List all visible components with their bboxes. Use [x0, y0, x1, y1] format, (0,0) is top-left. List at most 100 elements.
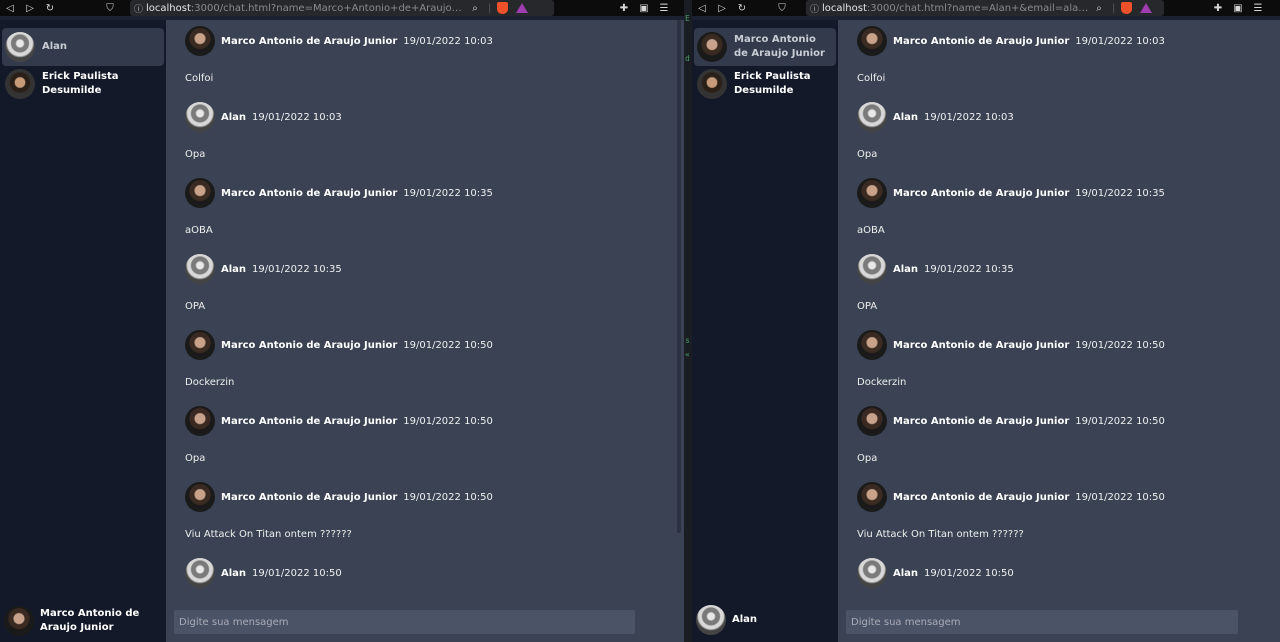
site-info-icon[interactable]: ⓘ [810, 2, 822, 15]
menu-icon[interactable]: ☰ [654, 0, 674, 16]
message-header: Marco Antonio de Araujo Junior 19/01/2022… [185, 26, 493, 56]
message-header: Marco Antonio de Araujo Junior 19/01/2022… [857, 330, 1165, 360]
message-header: Alan 19/01/2022 10:35 [185, 254, 342, 284]
message-header: Marco Antonio de Araujo Junior 19/01/2022… [185, 330, 493, 360]
avatar [185, 482, 215, 512]
message-timestamp: 19/01/2022 10:03 [252, 111, 342, 123]
message-header: Alan 19/01/2022 10:03 [857, 102, 1014, 132]
message-timestamp: 19/01/2022 10:35 [252, 263, 342, 275]
message-text: aOBA [857, 225, 885, 236]
back-icon[interactable]: ◁ [692, 0, 712, 16]
message-timestamp: 19/01/2022 10:35 [1075, 187, 1165, 199]
avatar [857, 254, 887, 284]
contact-item-erick[interactable]: Erick Paulista Desumilde [694, 68, 836, 100]
avatar [697, 69, 727, 99]
message-author: Alan [893, 263, 919, 275]
message-header: Marco Antonio de Araujo Junior 19/01/2022… [185, 178, 493, 208]
message-text: Opa [857, 149, 878, 160]
brave-rewards-icon[interactable] [1140, 3, 1153, 13]
avatar [857, 330, 887, 360]
message-input[interactable] [846, 610, 1238, 634]
contacts-sidebar: Alan Erick Paulista Desumilde Marco Anto… [0, 20, 166, 642]
message-text: Dockerzin [857, 377, 907, 388]
message-text: Viu Attack On Titan ontem ?????? [857, 529, 1024, 540]
message-text: Opa [185, 149, 206, 160]
message-author: Alan [221, 111, 247, 123]
contact-item-alan[interactable]: Alan [2, 28, 164, 66]
reload-icon[interactable]: ↻ [732, 0, 752, 16]
browser-window-right: ◁ ▷ ↻ ⛉ ⓘ localhost:3000/chat.html?name=… [692, 0, 1280, 642]
message-header: Marco Antonio de Araujo Junior 19/01/2022… [185, 406, 493, 436]
avatar [185, 26, 215, 56]
avatar [185, 102, 215, 132]
brave-rewards-icon[interactable] [516, 3, 529, 13]
avatar [185, 178, 215, 208]
message-timestamp: 19/01/2022 10:50 [403, 339, 493, 351]
brave-shields-icon[interactable] [497, 2, 509, 14]
avatar [185, 406, 215, 436]
message-timestamp: 19/01/2022 10:50 [403, 491, 493, 503]
avatar [857, 102, 887, 132]
bookmark-icon[interactable]: ⛉ [100, 0, 120, 16]
url-bar[interactable]: ⓘ localhost:3000/chat.html?name=Alan+&em… [806, 0, 1164, 16]
message-timestamp: 19/01/2022 10:35 [403, 187, 493, 199]
extensions-icon[interactable]: ✚ [614, 0, 634, 16]
message-header: Alan 19/01/2022 10:50 [857, 558, 1014, 588]
contact-name: Marco Antonio de Araujo Junior [734, 34, 825, 59]
bookmark-icon[interactable]: ⛉ [772, 0, 792, 16]
avatar [857, 482, 887, 512]
site-info-icon[interactable]: ⓘ [134, 2, 146, 15]
zoom-icon[interactable]: ⌕ [468, 0, 482, 16]
message-timestamp: 19/01/2022 10:35 [924, 263, 1014, 275]
message-author: Marco Antonio de Araujo Junior [221, 415, 398, 427]
wallet-icon[interactable]: ▣ [634, 0, 654, 16]
wallet-icon[interactable]: ▣ [1228, 0, 1248, 16]
message-text: OPA [857, 301, 878, 312]
menu-icon[interactable]: ☰ [1248, 0, 1268, 16]
message-timestamp: 19/01/2022 10:03 [1075, 35, 1165, 47]
message-text: Opa [857, 453, 878, 464]
message-text: aOBA [185, 225, 213, 236]
reload-icon[interactable]: ↻ [40, 0, 60, 16]
current-user-name: Alan [732, 614, 758, 625]
avatar [857, 26, 887, 56]
url-host: localhost [146, 2, 191, 14]
message-timestamp: 19/01/2022 10:03 [403, 35, 493, 47]
zoom-icon[interactable]: ⌕ [1092, 0, 1106, 16]
avatar [185, 558, 215, 588]
message-timestamp: 19/01/2022 10:50 [252, 567, 342, 579]
avatar [857, 178, 887, 208]
message-author: Marco Antonio de Araujo Junior [893, 35, 1070, 47]
current-user: Alan [696, 605, 757, 635]
avatar [697, 32, 727, 62]
message-author: Marco Antonio de Araujo Junior [893, 187, 1070, 199]
window-divider: E d s « [684, 0, 692, 642]
message-timestamp: 19/01/2022 10:50 [1075, 339, 1165, 351]
avatar [4, 606, 34, 636]
contact-item-marco[interactable]: Marco Antonio de Araujo Junior [694, 28, 836, 66]
message-header: Marco Antonio de Araujo Junior 19/01/2022… [857, 482, 1165, 512]
extensions-icon[interactable]: ✚ [1208, 0, 1228, 16]
scrollbar[interactable] [677, 20, 681, 533]
contact-item-erick[interactable]: Erick Paulista Desumilde [2, 68, 164, 100]
message-input[interactable] [174, 610, 635, 634]
message-author: Alan [221, 567, 247, 579]
back-icon[interactable]: ◁ [0, 0, 20, 16]
message-text: Viu Attack On Titan ontem ?????? [185, 529, 352, 540]
message-header: Marco Antonio de Araujo Junior 19/01/2022… [857, 178, 1165, 208]
message-author: Marco Antonio de Araujo Junior [221, 339, 398, 351]
message-author: Alan [893, 567, 919, 579]
message-author: Marco Antonio de Araujo Junior [221, 187, 398, 199]
forward-icon[interactable]: ▷ [20, 0, 40, 16]
url-path: :3000/chat.html?name=Alan+&email=alan%40… [866, 2, 1092, 14]
message-author: Marco Antonio de Araujo Junior [221, 35, 398, 47]
message-author: Marco Antonio de Araujo Junior [893, 415, 1070, 427]
avatar [857, 558, 887, 588]
brave-shields-icon[interactable] [1121, 2, 1133, 14]
url-bar[interactable]: ⓘ localhost:3000/chat.html?name=Marco+An… [130, 0, 554, 16]
avatar [5, 32, 35, 62]
message-author: Marco Antonio de Araujo Junior [893, 491, 1070, 503]
contact-name: Alan [42, 41, 68, 52]
current-user: Marco Antonio de Araujo Junior [4, 606, 166, 636]
forward-icon[interactable]: ▷ [712, 0, 732, 16]
